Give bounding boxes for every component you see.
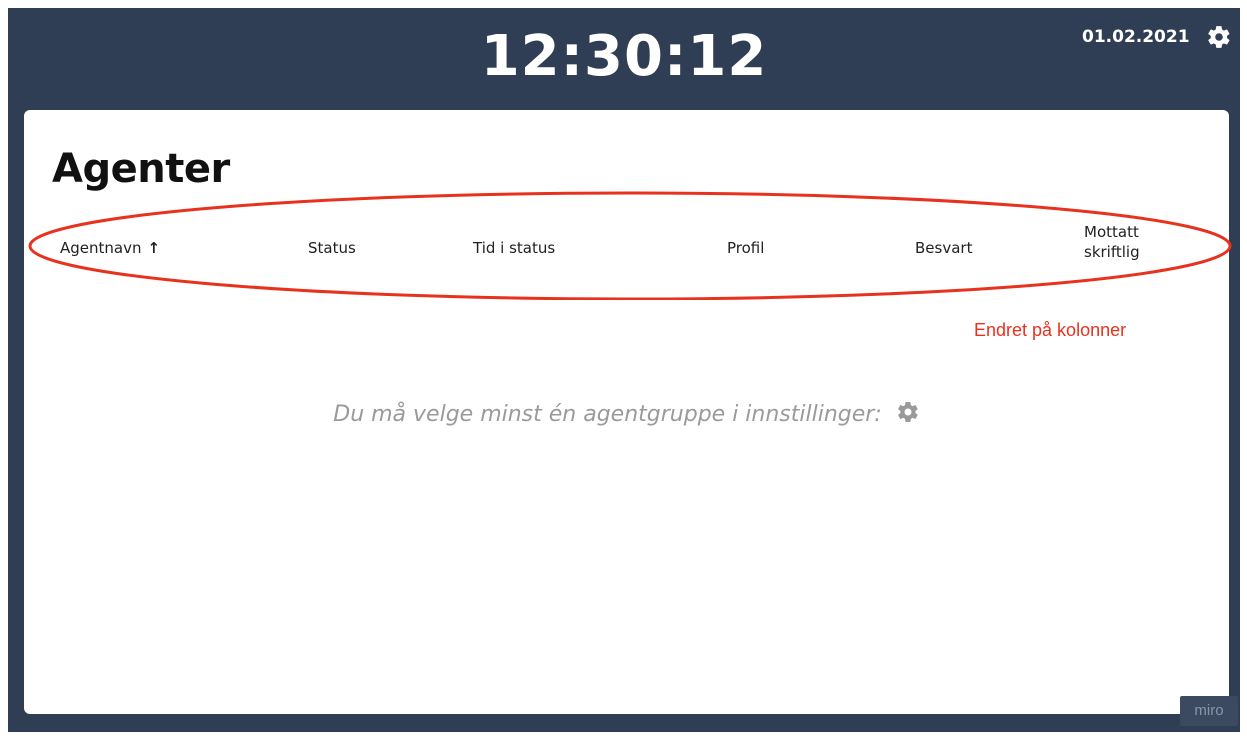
settings-link-gear-icon[interactable] <box>896 400 920 424</box>
column-header-status[interactable]: Status <box>308 238 356 258</box>
date-label: 01.02.2021 <box>1082 27 1190 47</box>
page-title: Agenter <box>52 146 230 192</box>
column-label: Agentnavn <box>60 239 142 257</box>
column-header-agentnavn[interactable]: Agentnavn ↑ <box>60 238 160 258</box>
gear-icon <box>1208 26 1230 48</box>
column-header-profil[interactable]: Profil <box>727 238 764 258</box>
empty-state-message: Du må velge minst én agentgruppe i innst… <box>24 400 1229 430</box>
miro-watermark: miro <box>1180 696 1238 726</box>
annotation-ellipse <box>28 191 1232 300</box>
agents-panel: Agenter Agentnavn ↑ Status Tid i status P… <box>24 110 1232 714</box>
empty-state-text: Du må velge minst én agentgruppe i innst… <box>333 402 882 427</box>
gear-icon <box>897 401 918 423</box>
app-frame: 12:30:12 01.02.2021 Agenter Agentnavn ↑ S… <box>8 8 1240 732</box>
annotation-note: Endret på kolonner <box>974 320 1127 340</box>
column-header-besvart[interactable]: Besvart <box>915 238 972 258</box>
clock: 12:30:12 <box>480 24 768 89</box>
column-header-tid-i-status[interactable]: Tid i status <box>473 238 555 258</box>
sort-arrow-up-icon: ↑ <box>147 239 161 257</box>
settings-gear-icon[interactable] <box>1206 24 1232 50</box>
column-header-mottatt-skriftlig[interactable]: Mottatt skriftlig <box>1084 222 1164 262</box>
